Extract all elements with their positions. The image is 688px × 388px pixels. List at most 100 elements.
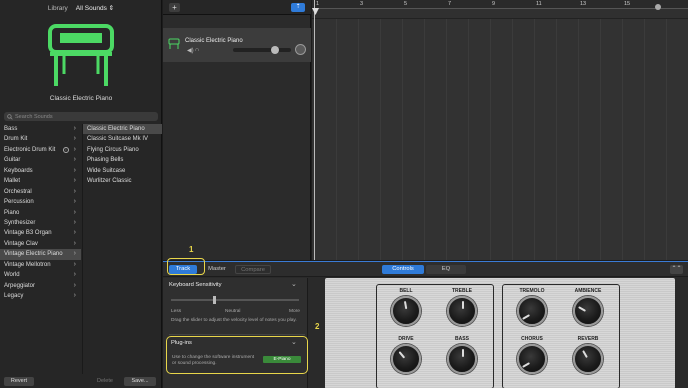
compare-button[interactable]: Compare: [235, 265, 271, 274]
chorus-knob[interactable]: [517, 344, 547, 374]
inspector-toggle-icon[interactable]: ⌃⌃: [670, 265, 683, 274]
track-row[interactable]: Classic Electric Piano ◀) ∩: [163, 28, 311, 62]
less-label: Less: [171, 309, 182, 314]
chevron-right-icon: ›: [73, 125, 76, 132]
timeline[interactable]: 1 3 5 7 9 11 13 15: [312, 0, 688, 260]
save-button[interactable]: Save...: [124, 377, 156, 386]
ambience-label: AMBIENCE: [574, 288, 602, 294]
smart-controls-tabbar: Track Master Compare Controls EQ ⌃⌃: [163, 258, 688, 277]
category-item[interactable]: Arpeggiator ›: [0, 281, 81, 291]
plugin-slot-button[interactable]: E-Piano: [263, 356, 301, 363]
category-item[interactable]: Mallet ›: [0, 176, 81, 186]
smart-controls-inspector: Keyboard Sensitivity ⌄ Less Neutral More…: [163, 278, 308, 388]
info-icon[interactable]: i: [63, 146, 69, 153]
treble-knob[interactable]: [447, 296, 477, 326]
grid-line: [402, 19, 403, 260]
chevron-right-icon: ›: [73, 260, 76, 268]
preset-item[interactable]: Classic Suitcase Mk IV: [83, 134, 162, 144]
bass-knob[interactable]: [447, 344, 477, 374]
category-item[interactable]: Keyboards ›: [0, 166, 81, 176]
grid-line: [358, 19, 359, 260]
category-item[interactable]: Orchestral ›: [0, 187, 81, 197]
treble-label: TREBLE: [452, 288, 472, 294]
reverb-knob[interactable]: [573, 344, 603, 374]
preset-item[interactable]: Wurlitzer Classic: [83, 176, 162, 186]
category-label: Vintage Mellotron: [4, 261, 51, 268]
drive-label: DRIVE: [398, 336, 414, 342]
sound-filter-popup[interactable]: All Sounds ⇕: [76, 4, 114, 12]
category-item[interactable]: Vintage Clav ›: [0, 239, 81, 249]
zoom-control[interactable]: [655, 4, 661, 10]
category-item[interactable]: Vintage Electric Piano ›: [0, 249, 81, 260]
category-item[interactable]: Synthesizer ›: [0, 218, 81, 228]
search-field[interactable]: [4, 112, 158, 121]
plugins-title[interactable]: Plug-ins: [171, 340, 192, 346]
category-item[interactable]: Guitar ›: [0, 155, 81, 165]
add-track-button[interactable]: +: [169, 3, 180, 12]
tab-eq[interactable]: EQ: [426, 265, 466, 274]
category-label: Legacy: [4, 293, 24, 299]
tab-master[interactable]: Master: [203, 265, 231, 274]
delete-button[interactable]: Delete: [91, 377, 119, 386]
category-label: Vintage Electric Piano: [4, 251, 63, 258]
headphone-icon[interactable]: ∩: [195, 47, 199, 53]
category-item[interactable]: Electronic Drum Kit i ›: [0, 145, 81, 155]
bar-ruler[interactable]: 1 3 5 7 9 11 13 15: [312, 0, 688, 9]
plugins-description: Use to change the software instrument or…: [172, 355, 255, 366]
preset-item[interactable]: Wide Suitcase: [83, 166, 162, 176]
category-item[interactable]: Percussion ›: [0, 197, 81, 207]
preset-item[interactable]: Phasing Bells: [83, 155, 162, 165]
preset-item[interactable]: Flying Circus Piano: [83, 145, 162, 155]
track-tab-highlight: [167, 258, 205, 275]
chevron-right-icon: ›: [73, 292, 76, 299]
bar-number: 15: [624, 1, 631, 7]
effects-knob-group: TREMOLO AMBIENCE CHORUS REVERB: [502, 284, 620, 388]
revert-button[interactable]: Revert: [4, 377, 34, 386]
tremolo-label: TREMOLO: [519, 288, 545, 294]
category-list: Bass › Drum Kit › Electronic Drum Kit i › Guita…: [0, 124, 81, 301]
category-item[interactable]: Bass ›: [0, 124, 81, 134]
more-label: More: [289, 309, 300, 314]
category-item[interactable]: Vintage B3 Organ ›: [0, 228, 81, 238]
search-input[interactable]: [15, 113, 155, 120]
category-label: Percussion: [4, 199, 34, 206]
bell-knob[interactable]: [391, 296, 421, 326]
tab-controls[interactable]: Controls: [382, 265, 424, 274]
chevron-right-icon: ›: [73, 208, 76, 216]
pan-knob[interactable]: [295, 44, 306, 55]
bass-label: BASS: [455, 336, 469, 342]
inspector-scrollbar[interactable]: [309, 278, 324, 388]
chevron-right-icon: ›: [73, 187, 76, 195]
chevron-down-icon[interactable]: ⌄: [291, 280, 297, 288]
sensitivity-slider[interactable]: [171, 296, 299, 304]
category-item[interactable]: Drum Kit ›: [0, 134, 81, 144]
track-name[interactable]: Classic Electric Piano: [185, 38, 243, 44]
ruler-lower: [312, 9, 688, 19]
category-label: Keyboards: [4, 167, 33, 174]
category-item[interactable]: Vintage Mellotron ›: [0, 260, 81, 270]
preset-list: Classic Electric Piano Classic Suitcase M…: [82, 124, 162, 374]
category-item[interactable]: Legacy ›: [0, 291, 81, 301]
playhead[interactable]: [312, 0, 319, 260]
grid-line: [380, 19, 381, 260]
chevron-down-icon[interactable]: ⌄: [291, 338, 297, 346]
sensitivity-slider-thumb[interactable]: [213, 296, 216, 304]
mute-icon[interactable]: ◀): [187, 47, 194, 54]
category-item[interactable]: World ›: [0, 270, 81, 280]
grid-line: [534, 19, 535, 260]
instrument-name: Classic Electric Piano: [49, 95, 113, 102]
tremolo-knob[interactable]: [517, 296, 547, 326]
ambience-knob[interactable]: [573, 296, 603, 326]
bar-number: 7: [448, 1, 452, 7]
category-item[interactable]: Piano ›: [0, 208, 81, 218]
panel-scrollbar[interactable]: [675, 278, 688, 388]
smart-controls-toggle-icon[interactable]: ⇡: [291, 3, 305, 12]
bar-number: 3: [360, 1, 364, 7]
electric-piano-icon: [48, 24, 114, 86]
bar-number: 9: [492, 1, 496, 7]
preset-item[interactable]: Classic Electric Piano: [83, 124, 162, 135]
volume-slider-thumb[interactable]: [271, 46, 279, 54]
keyboard-sensitivity-title[interactable]: Keyboard Sensitivity: [169, 282, 222, 288]
volume-slider[interactable]: [233, 46, 291, 54]
drive-knob[interactable]: [391, 344, 421, 374]
